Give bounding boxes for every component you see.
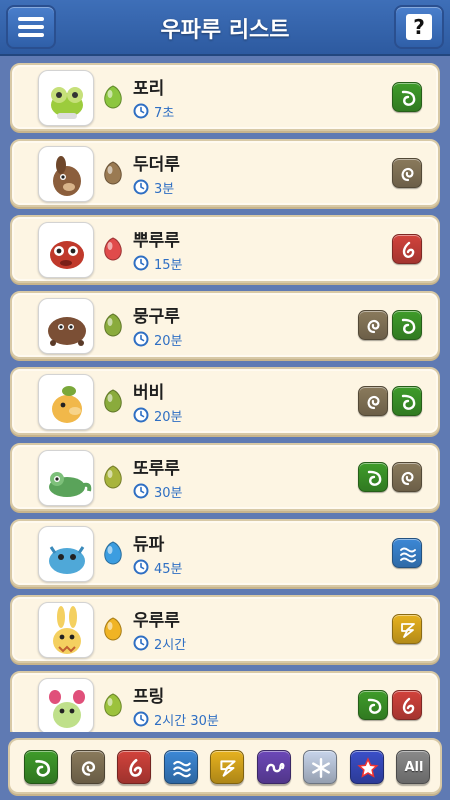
forest-type-icon [392, 386, 422, 416]
breeding-time: 20분 [154, 334, 183, 349]
earth-type-icon [358, 386, 388, 416]
type-badges [392, 538, 426, 570]
type-badges [392, 614, 426, 646]
clock-icon [133, 711, 149, 727]
help-icon: ? [406, 14, 432, 40]
list-item[interactable]: 버비 20분 [10, 367, 440, 435]
seed-icon [104, 465, 122, 489]
list-item[interactable]: 듀파 45분 [10, 519, 440, 587]
clock-icon [133, 255, 149, 271]
list-item[interactable]: 우루루 2시간 [10, 595, 440, 663]
type-badges [392, 234, 426, 266]
wooparoo-name: 버비 [133, 383, 165, 403]
filter-rainbow-button[interactable] [349, 750, 384, 784]
dudeoru-icon [38, 146, 94, 202]
list-item[interactable]: 뿌루루 15분 [10, 215, 440, 283]
filter-fire-button[interactable] [117, 750, 151, 784]
type-badges [358, 690, 426, 722]
clock-icon [133, 103, 149, 119]
seed-icon [104, 237, 122, 261]
pori-icon [38, 70, 94, 126]
wooparoo-name: 포리 [133, 79, 165, 99]
earth-type-icon [358, 310, 388, 340]
forest-type-icon [392, 82, 422, 112]
beobi-icon [38, 374, 94, 430]
filter-thunder-button[interactable] [210, 750, 244, 784]
filter-earth-button[interactable] [70, 750, 105, 784]
wooparoo-name: 프링 [133, 687, 165, 707]
breeding-time: 45분 [154, 562, 183, 577]
filter-water-button[interactable] [163, 750, 198, 784]
page-title: 우파루 리스트 [160, 18, 290, 43]
breeding-time: 2시간 [154, 638, 187, 653]
wooparoo-name: 뭉구루 [133, 307, 180, 327]
fire-type-icon [392, 234, 422, 264]
wooparoo-list[interactable]: 포리 7초 두더루 3분 뿌루루 15분 뭉구루 20분 버비 20분 또루루 30분 듀파 45분 우루루… [0, 56, 450, 732]
dyupa-icon [38, 526, 94, 582]
clock-icon [133, 559, 149, 575]
list-item[interactable]: 두더루 3분 [10, 139, 440, 207]
fire-type-icon [392, 690, 422, 720]
water-type-icon [392, 538, 422, 568]
type-badges [358, 462, 426, 494]
filter-ice-button[interactable] [303, 750, 337, 784]
wooparoo-name: 두더루 [133, 155, 180, 175]
clock-icon [133, 483, 149, 499]
earth-type-icon [392, 158, 422, 188]
help-button[interactable]: ? [394, 5, 444, 49]
clock-icon [133, 331, 149, 347]
clock-icon [133, 635, 149, 651]
breeding-time: 2시간 30분 [154, 714, 219, 729]
app-header: 우파루 리스트 ? [0, 0, 450, 56]
wooparoo-name: 우루루 [133, 611, 180, 631]
thunder-type-icon [392, 614, 422, 644]
peuring-icon [38, 678, 94, 732]
seed-icon [104, 161, 122, 185]
list-item[interactable]: 포리 7초 [10, 63, 440, 131]
forest-type-icon [358, 462, 388, 492]
forest-type-icon [358, 690, 388, 720]
list-item[interactable]: 프링 2시간 30분 [10, 671, 440, 732]
earth-type-icon [392, 462, 422, 492]
seed-icon [104, 541, 122, 565]
filter-wind-button[interactable] [256, 750, 291, 784]
wooparoo-name: 듀파 [133, 535, 165, 555]
breeding-time: 15분 [154, 258, 183, 273]
seed-icon [104, 617, 122, 641]
list-item[interactable]: 뭉구루 20분 [10, 291, 440, 359]
type-badges [392, 158, 426, 190]
filter-all-button[interactable]: All [396, 750, 430, 784]
breeding-time: 30분 [154, 486, 183, 501]
munguru-icon [38, 298, 94, 354]
forest-type-icon [392, 310, 422, 340]
breeding-time: 20분 [154, 410, 183, 425]
type-badges [358, 386, 426, 418]
ttoruru-icon [38, 450, 94, 506]
wooparoo-name: 또루루 [133, 459, 180, 479]
seed-icon [104, 85, 122, 109]
type-badges [358, 310, 426, 342]
filter-all-label: All [404, 760, 424, 775]
seed-icon [104, 313, 122, 337]
clock-icon [133, 407, 149, 423]
filter-forest-button[interactable] [24, 750, 58, 784]
wooparoo-name: 뿌루루 [133, 231, 180, 251]
seed-icon [104, 693, 122, 717]
breeding-time: 7초 [154, 106, 175, 121]
type-badges [392, 82, 426, 114]
breeding-time: 3분 [154, 182, 175, 197]
menu-button[interactable] [6, 5, 56, 49]
clock-icon [133, 179, 149, 195]
ppururu-icon [38, 222, 94, 278]
list-item[interactable]: 또루루 30분 [10, 443, 440, 511]
ururu-icon [38, 602, 94, 658]
seed-icon [104, 389, 122, 413]
hamburger-icon [18, 17, 44, 37]
type-filter-bar: All [8, 738, 442, 794]
